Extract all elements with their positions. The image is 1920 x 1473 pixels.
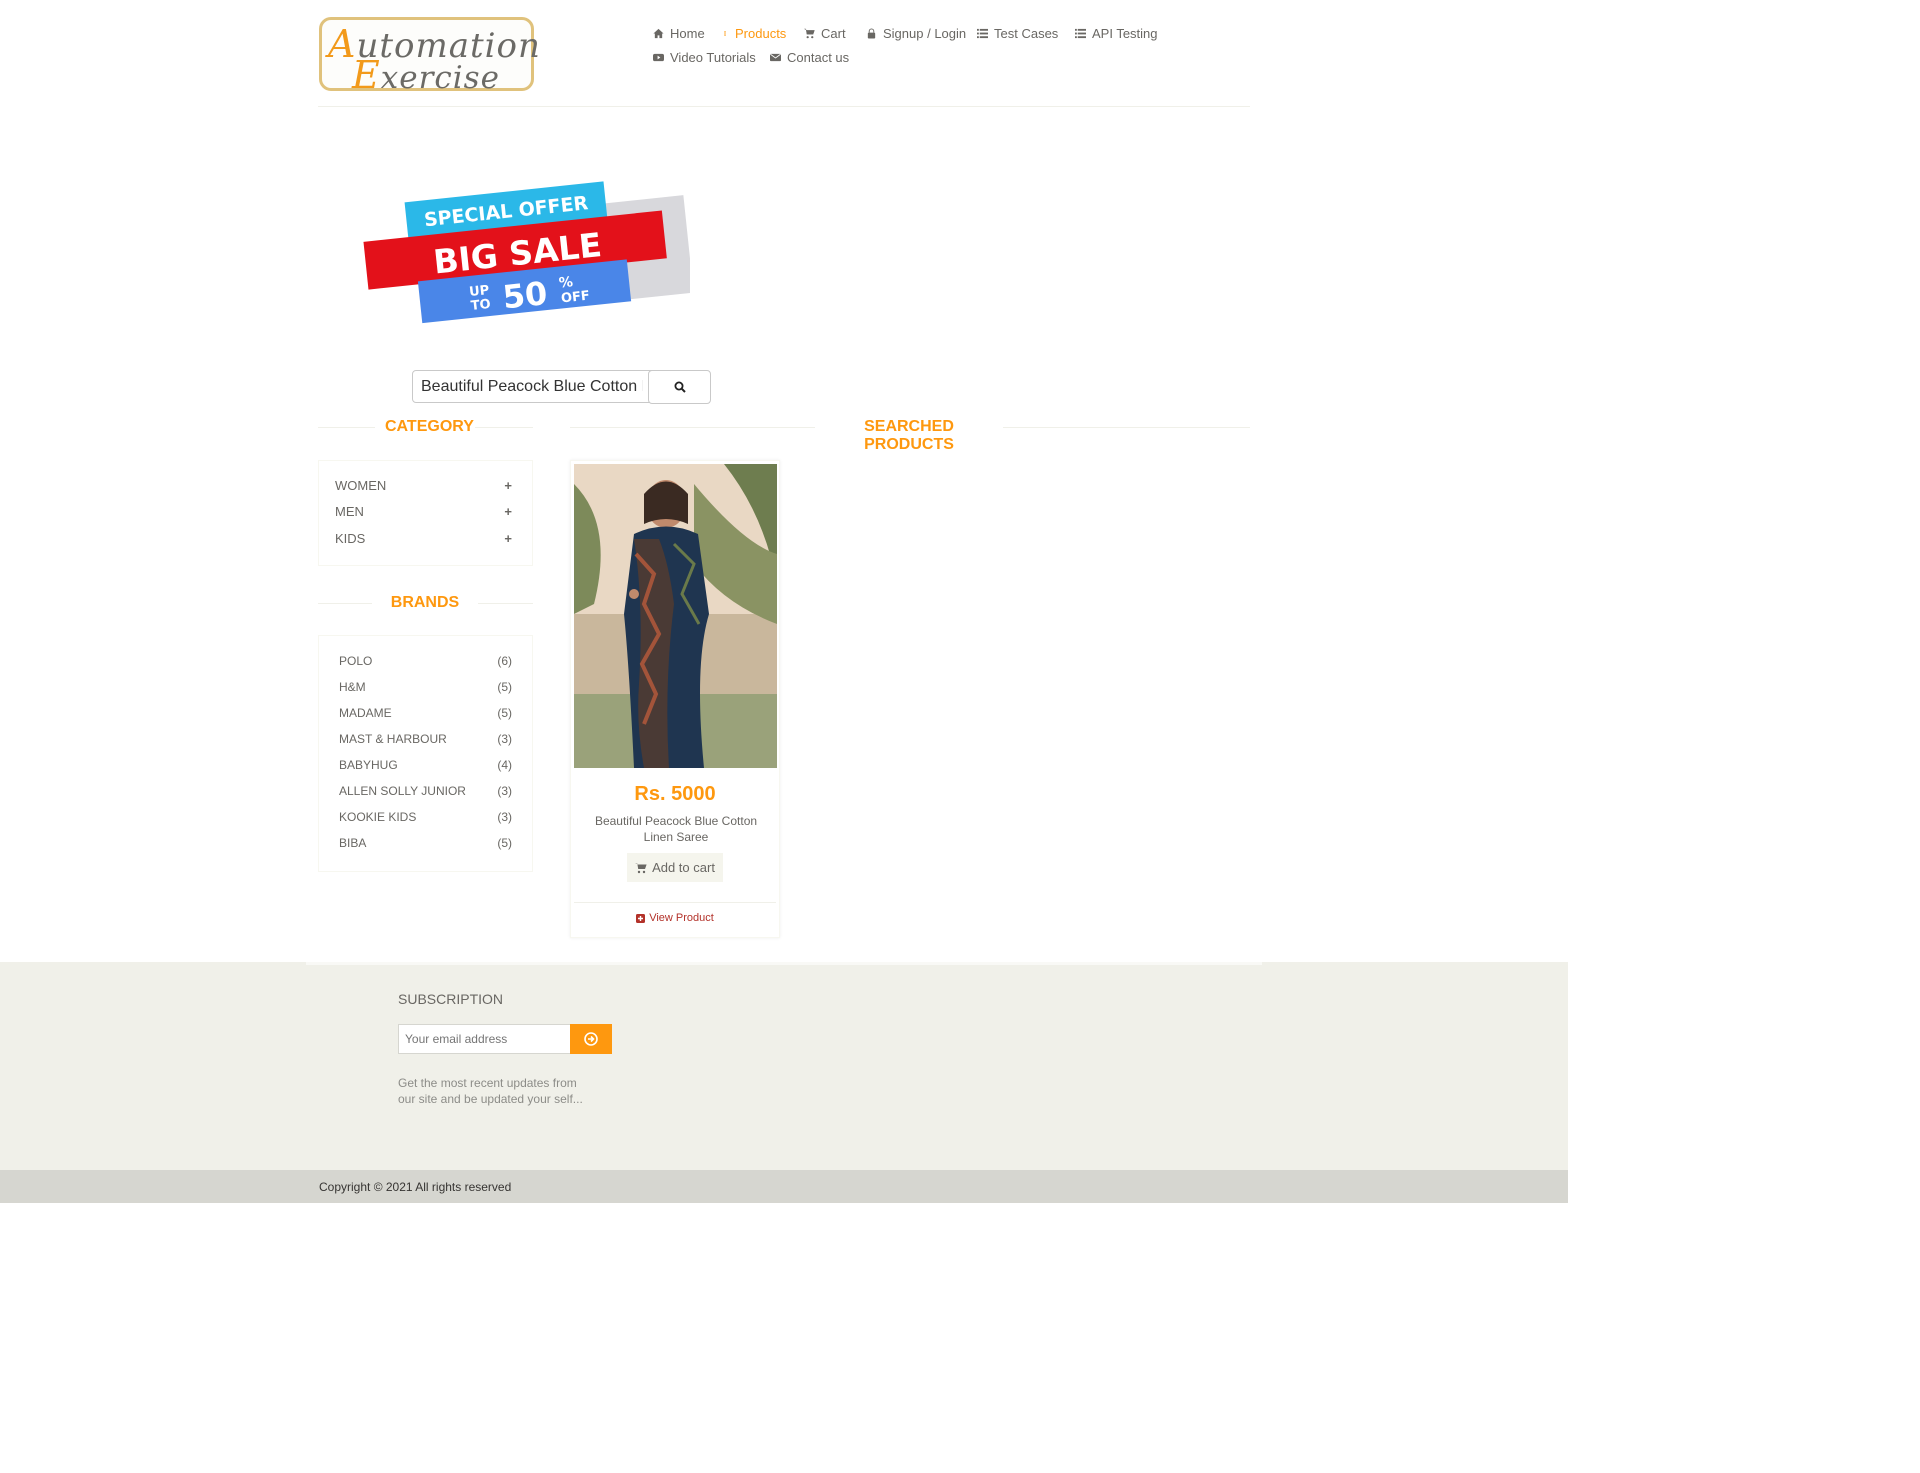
brand-count: (5) bbox=[497, 836, 512, 850]
view-product-label: View Product bbox=[649, 912, 714, 924]
brand-label: ALLEN SOLLY JUNIOR bbox=[339, 784, 466, 798]
list-icon bbox=[1075, 28, 1086, 39]
lock-icon bbox=[867, 28, 876, 39]
nav-video-tutorials[interactable]: Video Tutorials bbox=[653, 50, 756, 65]
brand-polo[interactable]: POLO (6) bbox=[339, 654, 512, 668]
banner-amount: 50 bbox=[501, 274, 549, 316]
category-panel: WOMEN + MEN + KIDS + bbox=[318, 460, 533, 566]
footer-top-rule bbox=[306, 962, 1262, 965]
brand-count: (3) bbox=[497, 784, 512, 798]
brand-label: BABYHUG bbox=[339, 758, 398, 772]
category-kids[interactable]: KIDS + bbox=[335, 531, 512, 546]
view-product-link[interactable]: View Product bbox=[571, 912, 779, 924]
product-image bbox=[574, 464, 777, 768]
category-women[interactable]: WOMEN + bbox=[335, 478, 512, 493]
brands-panel: POLO (6) H&M (5) MADAME (5) MAST & HARBOUR (… bbox=[318, 635, 533, 872]
cart-icon bbox=[804, 28, 815, 39]
header-divider bbox=[318, 106, 1250, 107]
banner-off: OFF bbox=[560, 289, 590, 307]
brand-allen-solly-junior[interactable]: ALLEN SOLLY JUNIOR (3) bbox=[339, 784, 512, 798]
sale-banner: SPECIAL OFFER BIG SALE UP TO 50 % OFF bbox=[363, 181, 690, 324]
products-icon bbox=[724, 31, 726, 36]
nav-cart[interactable]: Cart bbox=[804, 26, 846, 41]
subscription-description: Get the most recent updates from our sit… bbox=[398, 1076, 583, 1106]
category-men-label: MEN bbox=[335, 504, 364, 519]
brand-hm[interactable]: H&M (5) bbox=[339, 680, 512, 694]
banner-percent: % bbox=[558, 274, 574, 291]
subscription-title: SUBSCRIPTION bbox=[398, 991, 504, 1007]
search-button[interactable] bbox=[648, 370, 711, 404]
nav-signup-login[interactable]: Signup / Login bbox=[866, 26, 966, 41]
brand-count: (6) bbox=[497, 654, 512, 668]
product-name: Beautiful Peacock Blue Cotton Linen Sare… bbox=[594, 814, 758, 844]
nav-video-label: Video Tutorials bbox=[670, 50, 756, 65]
plus-icon: + bbox=[504, 531, 512, 546]
copyright-text: Copyright © 2021 All rights reserved bbox=[319, 1180, 512, 1194]
brands-title: BRANDS bbox=[372, 594, 478, 612]
footer-bottom-bar bbox=[0, 1170, 1568, 1203]
brand-biba[interactable]: BIBA (5) bbox=[339, 836, 512, 850]
brand-label: H&M bbox=[339, 680, 366, 694]
cart-icon bbox=[635, 862, 647, 873]
add-to-cart-label: Add to cart bbox=[652, 860, 715, 875]
brand-label: KOOKIE KIDS bbox=[339, 810, 417, 824]
subscription-email-input[interactable] bbox=[398, 1024, 571, 1054]
youtube-icon bbox=[653, 53, 664, 62]
nav-products[interactable]: Products bbox=[724, 26, 786, 41]
brand-label: BIBA bbox=[339, 836, 367, 850]
category-women-label: WOMEN bbox=[335, 478, 387, 493]
site-logo[interactable]: Automation Exercise bbox=[319, 17, 540, 97]
brand-count: (5) bbox=[497, 706, 512, 720]
nav-contact-label: Contact us bbox=[787, 50, 850, 65]
banner-to: TO bbox=[470, 297, 491, 314]
arrow-circle-right-icon bbox=[584, 1032, 598, 1046]
nav-test-cases-label: Test Cases bbox=[994, 26, 1059, 41]
nav-test-cases[interactable]: Test Cases bbox=[977, 26, 1058, 41]
brand-kookie-kids[interactable]: KOOKIE KIDS (3) bbox=[339, 810, 512, 824]
home-icon bbox=[653, 28, 664, 39]
add-to-cart-button[interactable]: Add to cart bbox=[627, 853, 723, 882]
brand-madame[interactable]: MADAME (5) bbox=[339, 706, 512, 720]
nav-api-testing-label: API Testing bbox=[1092, 26, 1158, 41]
category-kids-label: KIDS bbox=[335, 531, 366, 546]
brand-label: MADAME bbox=[339, 706, 392, 720]
nav-products-label: Products bbox=[735, 26, 787, 41]
product-price: Rs. 5000 bbox=[634, 783, 716, 805]
nav-home[interactable]: Home bbox=[653, 26, 705, 41]
brand-count: (4) bbox=[497, 758, 512, 772]
searched-products-title: SEARCHED PRODUCTS bbox=[815, 418, 1003, 454]
brand-label: POLO bbox=[339, 654, 373, 668]
brand-mast-harbour[interactable]: MAST & HARBOUR (3) bbox=[339, 732, 512, 746]
brand-babyhug[interactable]: BABYHUG (4) bbox=[339, 758, 512, 772]
subscribe-button[interactable] bbox=[570, 1024, 612, 1054]
brand-count: (3) bbox=[497, 810, 512, 824]
plus-square-icon bbox=[636, 913, 646, 923]
list-icon bbox=[977, 28, 988, 39]
nav-api-testing[interactable]: API Testing bbox=[1075, 26, 1158, 41]
category-men[interactable]: MEN + bbox=[335, 504, 512, 519]
envelope-icon bbox=[770, 53, 781, 62]
nav-contact-us[interactable]: Contact us bbox=[770, 50, 849, 65]
logo-line-2: Exercise bbox=[352, 53, 500, 97]
plus-icon: + bbox=[504, 504, 512, 519]
brand-count: (5) bbox=[497, 680, 512, 694]
brand-label: MAST & HARBOUR bbox=[339, 732, 447, 746]
plus-icon: + bbox=[504, 478, 512, 493]
card-divider bbox=[574, 902, 776, 903]
footer-widget-area bbox=[0, 962, 1568, 1170]
nav-signup-label: Signup / Login bbox=[883, 26, 967, 41]
nav-home-label: Home bbox=[670, 26, 705, 41]
product-card: Rs. 5000 Beautiful Peacock Blue Cotton L… bbox=[570, 460, 780, 938]
nav-cart-label: Cart bbox=[821, 26, 846, 41]
search-product-input[interactable] bbox=[412, 370, 652, 403]
search-icon bbox=[674, 381, 686, 393]
brand-count: (3) bbox=[497, 732, 512, 746]
category-title: CATEGORY bbox=[375, 418, 475, 436]
